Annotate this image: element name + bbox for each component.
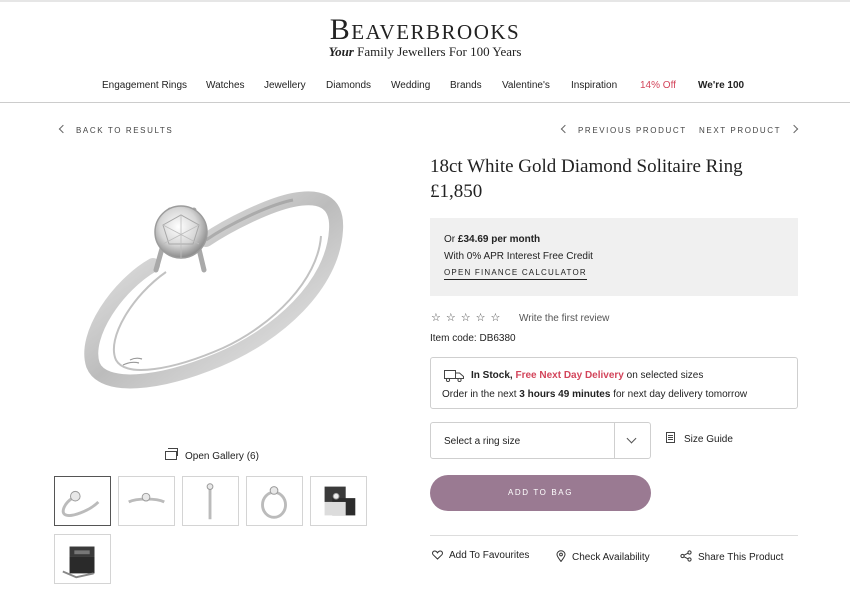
gallery-thumbnail[interactable] [310, 476, 367, 526]
add-to-favourites-label: Add To Favourites [449, 550, 530, 561]
location-pin-icon [556, 550, 566, 563]
nav-item-diamonds[interactable]: Diamonds [326, 80, 371, 91]
gallery-icon [165, 448, 178, 460]
finance-calculator-link[interactable]: OPEN FINANCE CALCULATOR [444, 268, 587, 280]
finance-monthly-amount: £34.69 per month [457, 234, 541, 245]
ring-angle-thumb [61, 490, 100, 517]
top-border [0, 0, 850, 2]
add-to-bag-button[interactable]: ADD TO BAG [430, 475, 651, 511]
gallery-thumbnail[interactable] [246, 476, 303, 526]
order-suffix: for next day delivery tomorrow [613, 389, 748, 400]
brand-logo[interactable]: Beaverbrooks Your Family Jewellers For 1… [0, 14, 850, 60]
delivery-truck-icon [444, 370, 464, 382]
share-product-label: Share This Product [698, 552, 784, 563]
chevron-left-icon [58, 124, 68, 134]
nav-item-wedding[interactable]: Wedding [391, 80, 430, 91]
ring-side-thumb [128, 492, 165, 504]
finance-apr: With 0% APR Interest Free Credit [444, 251, 593, 262]
size-guide-label: Size Guide [684, 434, 733, 445]
next-product-label: NEXT PRODUCT [699, 126, 782, 135]
finance-monthly: Or £34.69 per month [444, 234, 540, 245]
product-main-image[interactable] [78, 170, 348, 420]
select-divider [614, 423, 615, 458]
actions-divider [430, 535, 798, 536]
write-review-link[interactable]: Write the first review [519, 313, 609, 324]
ring-image [84, 191, 344, 389]
nav-item-sale[interactable]: 14% Off [640, 80, 676, 91]
ring-box-closed-thumb [62, 546, 95, 579]
nav-divider [0, 102, 850, 103]
back-to-results-label: BACK TO RESULTS [76, 126, 174, 135]
stock-info-box: In Stock, Free Next Day Delivery on sele… [430, 357, 798, 409]
nav-item-engagement-rings[interactable]: Engagement Rings [102, 80, 187, 91]
ring-size-placeholder: Select a ring size [444, 436, 521, 447]
heart-icon [432, 550, 443, 560]
open-gallery-button[interactable]: Open Gallery (6) [165, 448, 259, 462]
brand-tagline-rest: Family Jewellers For 100 Years [357, 44, 522, 59]
nav-item-were-100[interactable]: We're 100 [698, 80, 744, 91]
nav-item-watches[interactable]: Watches [206, 80, 245, 91]
brand-tagline: Your Family Jewellers For 100 Years [0, 44, 850, 60]
nav-item-valentines[interactable]: Valentine's [502, 80, 550, 91]
chevron-left-icon [560, 124, 570, 134]
previous-product-label: PREVIOUS PRODUCT [578, 126, 687, 135]
stock-status-line: In Stock, Free Next Day Delivery on sele… [471, 370, 703, 381]
gallery-thumbnail[interactable] [54, 534, 111, 584]
next-product-link[interactable]: NEXT PRODUCT [699, 124, 799, 135]
check-availability-label: Check Availability [572, 552, 650, 563]
nav-item-inspiration[interactable]: Inspiration [571, 80, 617, 91]
brand-name: Beaverbrooks [329, 13, 521, 46]
finance-panel: Or £34.69 per month With 0% APR Interest… [430, 218, 798, 296]
share-icon [680, 550, 692, 562]
order-deadline-line: Order in the next 3 hours 49 minutes for… [442, 389, 747, 400]
ring-front-thumb [261, 486, 287, 519]
open-gallery-label: Open Gallery (6) [185, 451, 259, 462]
document-icon [666, 432, 675, 443]
delivery-suffix: on selected sizes [626, 370, 704, 381]
rating-stars: ☆☆☆☆☆ [431, 312, 506, 324]
ring-box-open-thumb [324, 486, 356, 516]
add-to-favourites-button[interactable]: Add To Favourites [432, 548, 529, 561]
back-to-results-link[interactable]: BACK TO RESULTS [58, 124, 174, 135]
chevron-right-icon [789, 124, 799, 134]
share-product-button[interactable]: Share This Product [680, 548, 783, 563]
nav-item-brands[interactable]: Brands [450, 80, 482, 91]
ring-top-thumb [206, 483, 214, 520]
order-countdown: 3 hours 49 minutes [519, 389, 611, 400]
brand-tagline-em: Your [328, 44, 354, 59]
ring-size-select[interactable]: Select a ring size [430, 422, 651, 459]
gallery-thumbnail[interactable] [182, 476, 239, 526]
main-nav: Engagement Rings Watches Jewellery Diamo… [0, 80, 850, 94]
product-price: £1,850 [430, 181, 483, 202]
gallery-thumbnail[interactable] [54, 476, 111, 526]
gallery-thumbnail[interactable] [118, 476, 175, 526]
previous-product-link[interactable]: PREVIOUS PRODUCT [560, 124, 687, 135]
free-delivery-label: Free Next Day Delivery [515, 370, 624, 381]
size-guide-link[interactable]: Size Guide [666, 431, 733, 445]
product-title: 18ct White Gold Diamond Solitaire Ring [430, 156, 743, 177]
check-availability-button[interactable]: Check Availability [556, 548, 650, 563]
item-code: Item code: DB6380 [430, 333, 516, 344]
order-prefix: Order in the next [442, 389, 517, 400]
nav-item-jewellery[interactable]: Jewellery [264, 80, 306, 91]
chevron-down-icon [626, 433, 637, 444]
finance-prefix: Or [444, 234, 456, 245]
stock-status: In Stock, [471, 370, 513, 381]
